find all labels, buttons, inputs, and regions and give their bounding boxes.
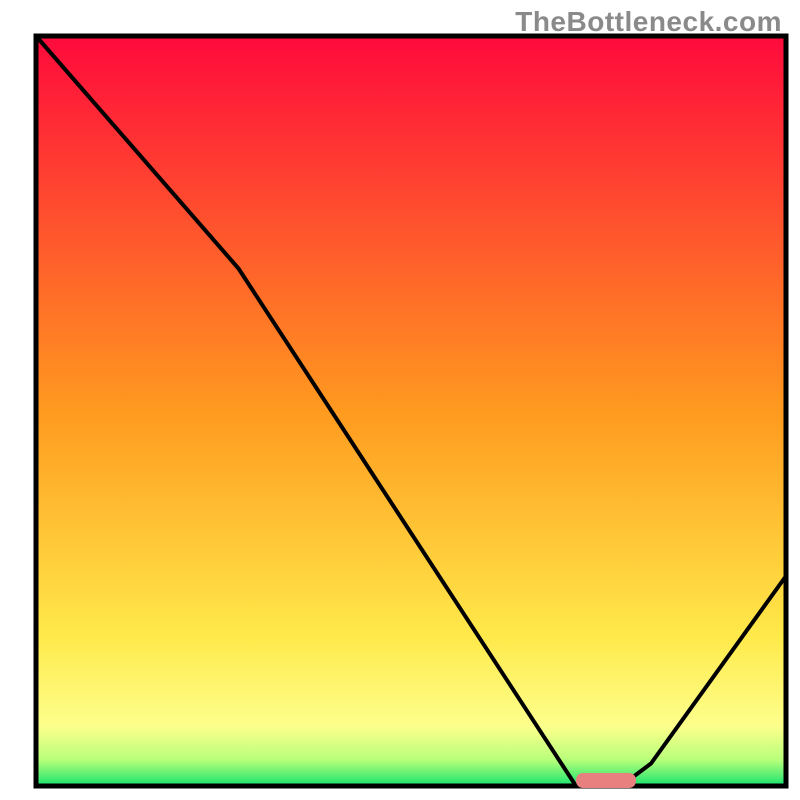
plot-background <box>36 36 786 786</box>
chart-container: TheBottleneck.com <box>0 0 800 800</box>
bottleneck-chart <box>0 0 800 800</box>
optimum-marker <box>576 773 636 788</box>
